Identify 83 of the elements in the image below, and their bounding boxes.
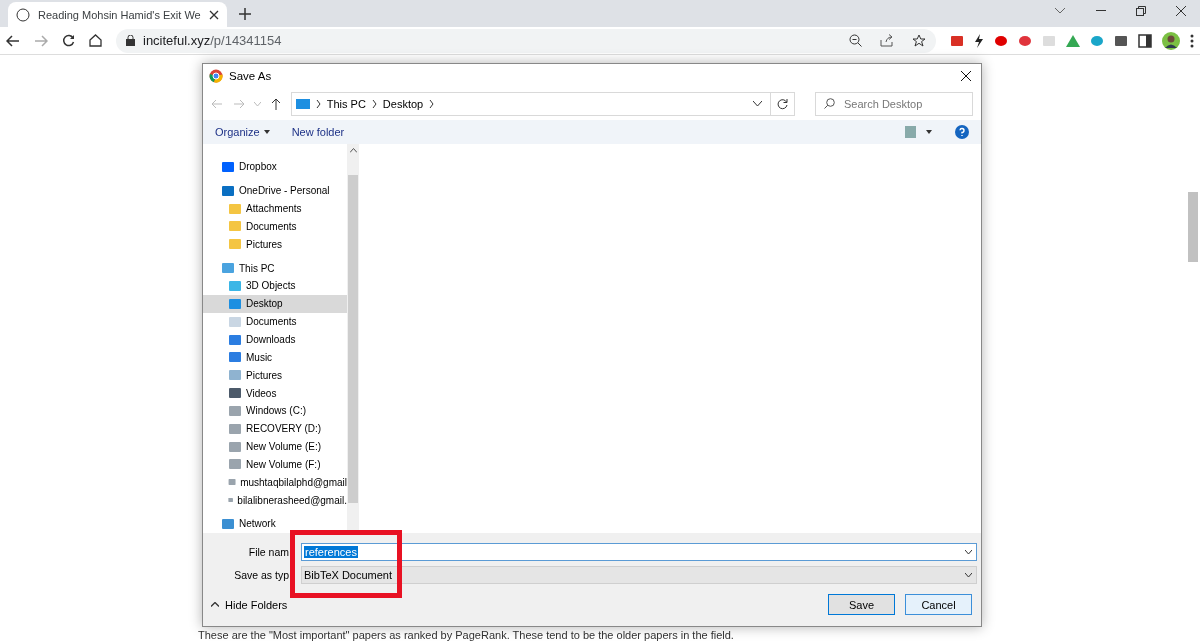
chevron-right-icon: [371, 100, 377, 108]
chevron-right-icon: [429, 100, 435, 108]
up-arrow-icon[interactable]: [271, 98, 281, 110]
close-icon[interactable]: [1176, 5, 1186, 16]
search-field[interactable]: Search Desktop: [815, 92, 973, 116]
nav-item[interactable]: New Volume (E:): [203, 437, 347, 456]
scrollbar-thumb[interactable]: [348, 175, 358, 503]
path-bar[interactable]: This PC Desktop: [290, 92, 771, 116]
field-label: File nam: [248, 546, 289, 558]
minimize-icon[interactable]: [1096, 9, 1106, 12]
nav-item[interactable]: Attachments: [203, 199, 347, 218]
nav-item[interactable]: 3D Objects: [203, 277, 347, 295]
field-value: BibTeX Document: [304, 569, 393, 581]
new-tab-icon[interactable]: [238, 8, 251, 20]
chevron-up-icon: [211, 602, 219, 607]
nav-item[interactable]: Music: [203, 348, 347, 367]
chevron-down-icon[interactable]: [965, 549, 972, 555]
back-arrow-icon[interactable]: [6, 34, 20, 47]
menu-icon[interactable]: [1190, 33, 1194, 48]
triangle-icon[interactable]: [1066, 34, 1080, 47]
dialog-title: Save As: [229, 70, 273, 82]
scrollbar[interactable]: [347, 144, 359, 533]
refresh-icon: [776, 98, 788, 110]
zoom-out-icon[interactable]: [849, 34, 862, 47]
save-button[interactable]: Save: [828, 594, 895, 615]
close-icon[interactable]: [208, 9, 219, 20]
nav-item[interactable]: Downloads: [203, 330, 347, 349]
nav-item[interactable]: Windows (C:): [203, 401, 347, 420]
home-icon[interactable]: [89, 34, 102, 47]
address-bar[interactable]: inciteful.xyz/p/14341154: [116, 28, 936, 53]
chevron-down-icon: [965, 572, 972, 578]
cancel-button[interactable]: Cancel: [905, 594, 972, 615]
nav-item[interactable]: Pictures: [203, 235, 347, 254]
section-text: These are the "Most important" papers as ranked by PageRank. These tend to be the older papers in the field.: [198, 629, 734, 641]
reload-icon[interactable]: [62, 34, 75, 47]
nav-item[interactable]: mushtaqbilalphd@gmail: [203, 473, 347, 492]
nav-item[interactable]: RECOVERY (D:): [203, 419, 347, 438]
breadcrumb-item[interactable]: Desktop: [382, 98, 424, 110]
field-label: Save as typ: [234, 569, 289, 581]
star-icon[interactable]: [912, 33, 926, 48]
nav-item[interactable]: Documents: [203, 312, 347, 331]
chevron-right-icon: [315, 100, 321, 108]
nav-item[interactable]: Dropbox: [203, 158, 347, 176]
organize-menu[interactable]: Organize: [215, 126, 270, 138]
caret-icon: [263, 130, 270, 134]
monitor-icon: [228, 296, 242, 311]
nav-item[interactable]: This PC: [203, 259, 347, 278]
nav-item[interactable]: Documents: [203, 217, 347, 236]
new-folder-button[interactable]: New folder: [291, 126, 345, 138]
lock-icon: [126, 35, 135, 46]
nav-item[interactable]: OneDrive - Personal: [203, 181, 347, 200]
tab-title: Reading Mohsin Hamid's Exit We: [38, 8, 201, 21]
nav-item[interactable]: Videos: [203, 384, 347, 402]
lightning-icon[interactable]: [974, 33, 984, 48]
share-icon[interactable]: [880, 34, 894, 47]
url-host: inciteful.xyz: [143, 33, 211, 48]
side-panel-icon[interactable]: [1138, 33, 1152, 48]
chevron-up-icon[interactable]: [349, 148, 357, 153]
site-icon: [16, 7, 30, 22]
help-icon[interactable]: [955, 125, 969, 139]
search-icon: [824, 98, 835, 109]
url-path: /p/14341154: [210, 33, 282, 48]
refresh-button[interactable]: [769, 92, 795, 116]
browser-tab[interactable]: Reading Mohsin Hamid's Exit We: [8, 2, 227, 27]
nav-item[interactable]: bilalibnerasheed@gmail.: [203, 491, 347, 510]
file-name-field[interactable]: references: [301, 543, 977, 561]
close-icon[interactable]: [961, 71, 971, 81]
file-type-dropdown[interactable]: BibTeX Document: [301, 566, 977, 584]
restore-icon[interactable]: [1136, 5, 1146, 16]
view-options-icon[interactable]: [905, 126, 933, 138]
chevron-down-icon[interactable]: [1054, 6, 1066, 15]
nav-item[interactable]: Pictures: [203, 366, 347, 385]
field-value: references: [304, 546, 358, 558]
hide-folders-toggle[interactable]: Hide Folders: [211, 598, 818, 611]
nav-item[interactable]: New Volume (F:): [203, 455, 347, 474]
nav-item[interactable]: Network: [203, 515, 347, 533]
scrollbar-thumb[interactable]: [1188, 192, 1198, 262]
app-icon: [209, 69, 223, 83]
avatar[interactable]: [1162, 31, 1180, 50]
monitor-icon: [295, 99, 310, 109]
nav-item[interactable]: Desktop: [203, 294, 347, 313]
chevron-down-icon[interactable]: [752, 101, 762, 107]
breadcrumb-item[interactable]: This PC: [326, 98, 366, 110]
